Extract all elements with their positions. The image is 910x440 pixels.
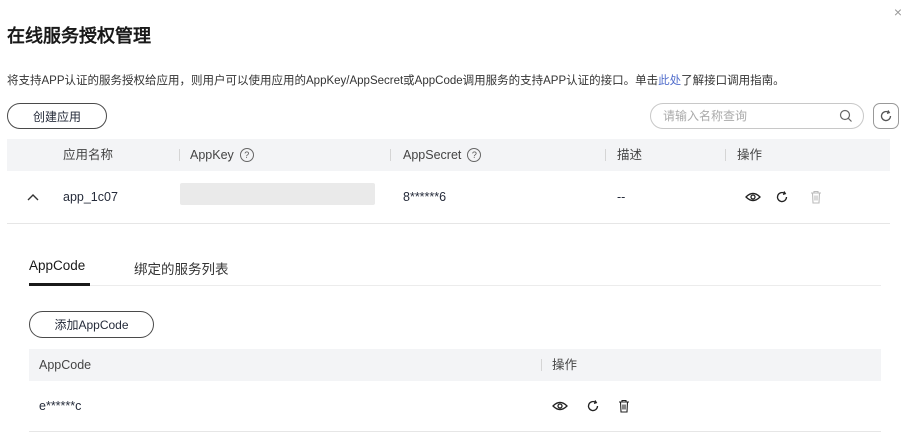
col-desc-label: 描述 (617, 148, 643, 162)
delete-icon[interactable] (618, 381, 630, 431)
app-name: app_1c07 (63, 190, 118, 204)
eye-icon[interactable] (745, 171, 761, 223)
col-appcode-actions: 操作 (552, 349, 577, 381)
close-icon[interactable]: × (894, 4, 902, 20)
create-app-button[interactable]: 创建应用 (7, 103, 107, 129)
description-prefix: 将支持APP认证的服务授权给应用，则用户可以使用应用的AppKey/AppSec… (7, 75, 659, 87)
tab-appcode[interactable]: AppCode (29, 258, 85, 273)
search-icon[interactable] (839, 109, 853, 123)
eye-icon[interactable] (552, 381, 568, 431)
reset-icon[interactable] (586, 381, 600, 431)
table-row[interactable]: app_1c07 8******6 -- (7, 171, 890, 224)
dialog-description: 将支持APP认证的服务授权给应用，则用户可以使用应用的AppKey/AppSec… (7, 72, 785, 88)
help-icon[interactable]: ? (239, 148, 254, 162)
refresh-button[interactable] (873, 103, 899, 129)
delete-icon[interactable] (810, 171, 822, 223)
help-icon[interactable]: ? (467, 148, 482, 162)
guide-link[interactable]: 此处 (658, 75, 681, 87)
col-appcode-label: AppCode (39, 358, 92, 372)
tabs-divider (29, 285, 881, 286)
add-appcode-button[interactable]: 添加AppCode (29, 311, 154, 338)
chevron-up-icon[interactable] (27, 171, 39, 223)
col-actions-label: 操作 (737, 148, 763, 162)
col-actions: 操作 (737, 139, 762, 171)
col-appcode-actions-label: 操作 (552, 358, 578, 372)
description-suffix: 了解接口调用指南。 (681, 75, 785, 87)
apps-table-header: 应用名称 AppKey? AppSecret? 描述 操作 (7, 139, 890, 171)
refresh-icon (879, 109, 893, 123)
app-desc: -- (617, 190, 626, 204)
col-appkey-label: AppKey (190, 148, 234, 162)
appcode-value: e******c (39, 399, 82, 413)
active-tab-indicator (29, 283, 90, 286)
dialog-title: 在线服务授权管理 (7, 26, 151, 46)
reset-icon[interactable] (775, 171, 789, 223)
search-box[interactable] (650, 103, 864, 129)
col-name: 应用名称 (63, 139, 113, 171)
col-name-label: 应用名称 (63, 148, 114, 162)
tab-bound-services[interactable]: 绑定的服务列表 (134, 258, 229, 278)
app-secret: 8******6 (403, 190, 447, 204)
appcode-table-header: AppCode 操作 (29, 349, 881, 381)
col-appsecret: AppSecret? (403, 139, 482, 171)
search-input[interactable] (661, 108, 835, 124)
col-appcode: AppCode (39, 349, 91, 381)
col-appkey: AppKey? (190, 139, 254, 171)
col-appsecret-label: AppSecret (403, 148, 462, 162)
app-key-masked (180, 183, 375, 205)
col-desc: 描述 (617, 139, 642, 171)
table-row[interactable]: e******c (29, 381, 881, 432)
